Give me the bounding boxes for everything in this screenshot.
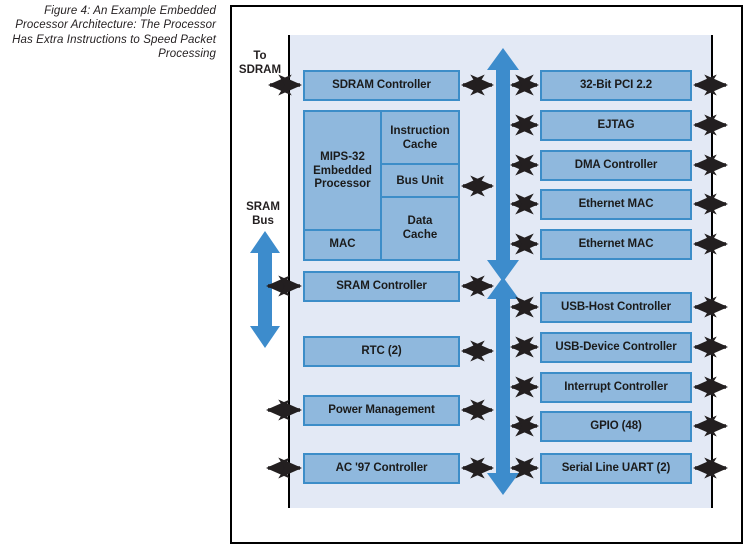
cpu-core-line2: Embedded	[313, 164, 372, 177]
block-ethernet-mac-2[interactable]: Ethernet MAC	[540, 229, 692, 260]
to-sdram-label: To SDRAM	[232, 50, 288, 77]
panel-right-boundary-line	[711, 35, 713, 508]
block-usb-device-controller[interactable]: USB-Device Controller	[540, 332, 692, 363]
cpu-separator-busunit-dcache	[382, 196, 458, 198]
block-sdram-controller[interactable]: SDRAM Controller	[303, 70, 460, 101]
cpu-core-label: MIPS-32 Embedded Processor	[305, 112, 380, 231]
block-ac97-controller[interactable]: AC '97 Controller	[303, 453, 460, 484]
block-ejtag[interactable]: EJTAG	[540, 110, 692, 141]
bus-unit-label: Bus Unit	[396, 174, 444, 187]
cpu-separator-mac	[305, 229, 380, 231]
cpu-core-line3: Processor	[314, 178, 371, 191]
cpu-data-cache: Data Cache	[382, 198, 458, 259]
instruction-cache-line2: Cache	[402, 138, 438, 151]
block-power-management[interactable]: Power Management	[303, 395, 460, 426]
block-ethernet-mac-1[interactable]: Ethernet MAC	[540, 189, 692, 220]
sram-bus-label: SRAM Bus	[232, 201, 294, 228]
cpu-core-line1: MIPS-32	[320, 151, 365, 164]
cpu-bus-unit: Bus Unit	[382, 165, 458, 198]
block-gpio[interactable]: GPIO (48)	[540, 411, 692, 442]
sram-bus-label-line1: SRAM	[246, 201, 280, 213]
data-cache-line1: Data	[407, 215, 433, 227]
sram-bus-label-line2: Bus	[252, 214, 274, 227]
block-mips32-processor-complex[interactable]: MIPS-32 Embedded Processor MAC Instructi…	[303, 110, 460, 261]
cpu-separator-icache-busunit	[382, 163, 458, 165]
figure-caption: Figure 4: An Example Embedded Processor …	[12, 5, 216, 60]
block-interrupt-controller[interactable]: Interrupt Controller	[540, 372, 692, 403]
to-sdram-label-line2: SDRAM	[238, 63, 282, 76]
block-usb-host-controller[interactable]: USB-Host Controller	[540, 292, 692, 323]
block-rtc[interactable]: RTC (2)	[303, 336, 460, 367]
block-dma-controller[interactable]: DMA Controller	[540, 150, 692, 181]
cpu-mac-unit: MAC	[305, 231, 380, 259]
cpu-separator-vertical	[380, 112, 382, 259]
block-32bit-pci[interactable]: 32-Bit PCI 2.2	[540, 70, 692, 101]
data-cache-line2: Cache	[402, 228, 438, 241]
block-serial-line-uart[interactable]: Serial Line UART (2)	[540, 453, 692, 484]
cpu-mac-label: MAC	[329, 238, 356, 251]
block-sram-controller[interactable]: SRAM Controller	[303, 271, 460, 302]
panel-left-boundary-line	[288, 35, 290, 508]
cpu-instruction-cache: Instruction Cache	[382, 112, 458, 165]
to-sdram-label-line1: To	[253, 50, 267, 62]
instruction-cache-line1: Instruction	[390, 125, 450, 137]
